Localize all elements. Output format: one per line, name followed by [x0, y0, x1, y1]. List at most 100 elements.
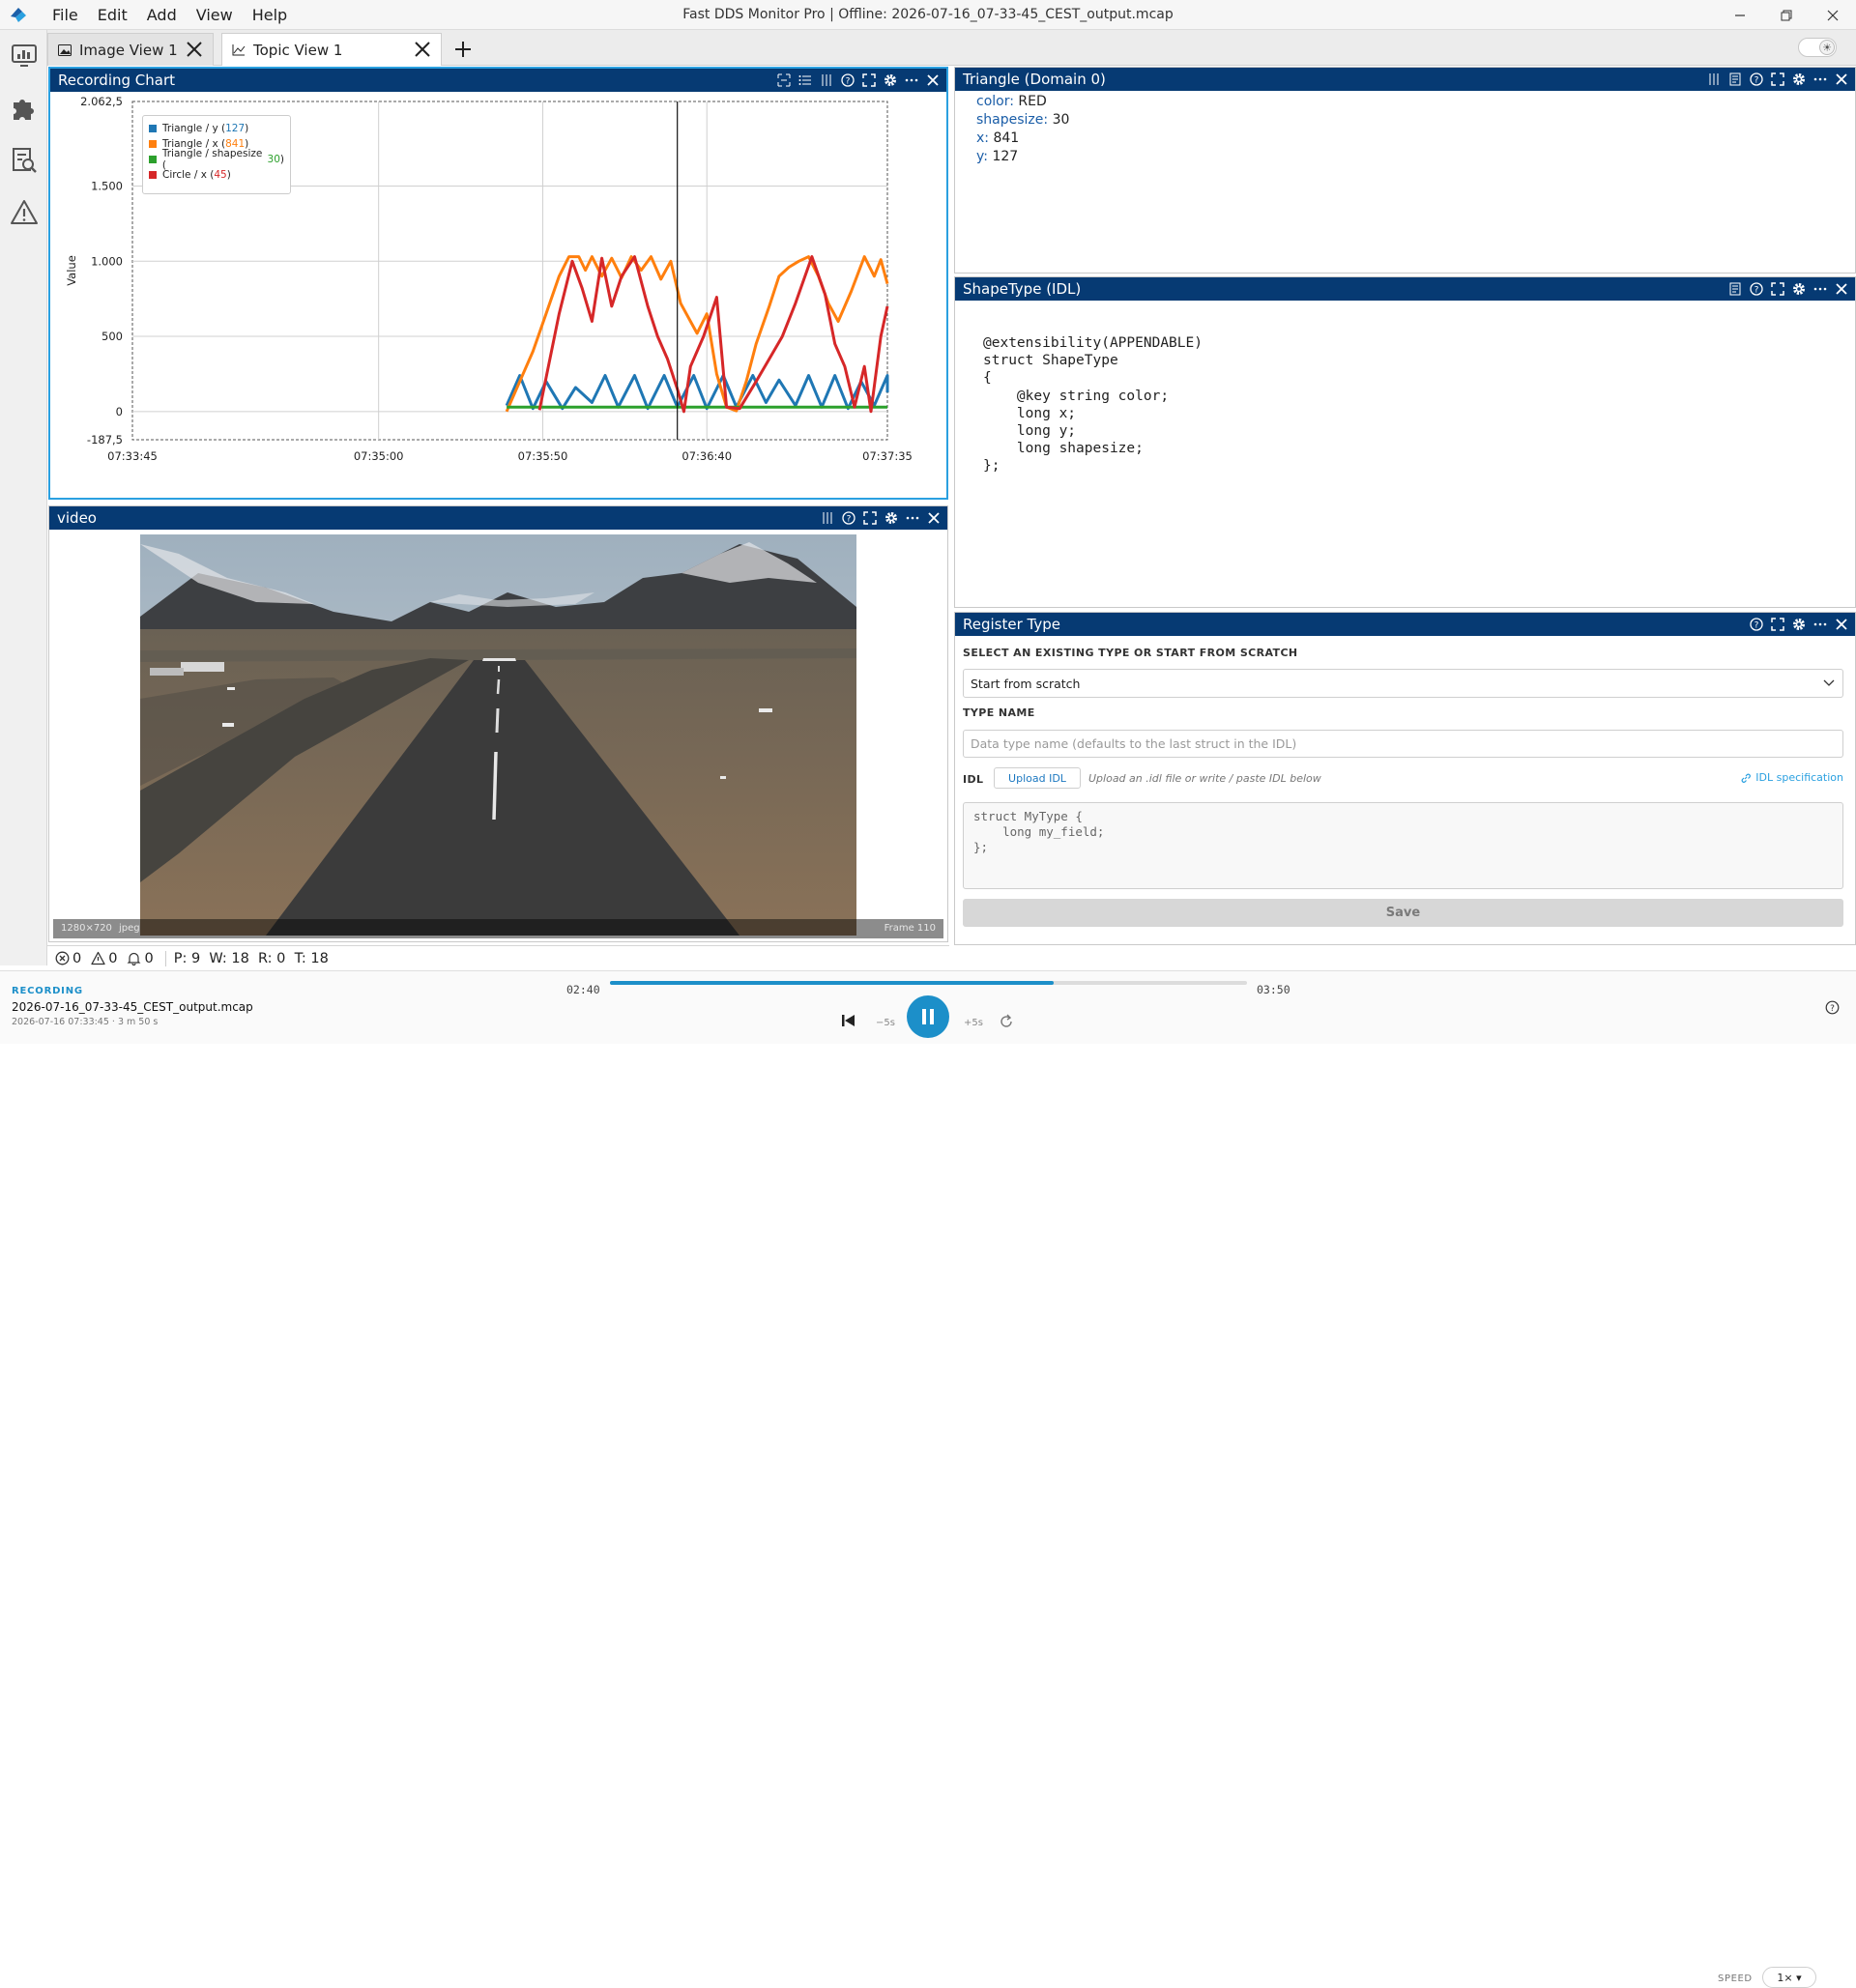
window-controls	[1717, 0, 1856, 30]
total-time: 03:50	[1257, 983, 1290, 996]
restore-button[interactable]	[1763, 0, 1810, 30]
entity-counts: P: 9 W: 18 R: 0 T: 18	[173, 950, 329, 966]
upload-idl-button[interactable]: Upload IDL	[994, 767, 1081, 789]
add-tab-button[interactable]	[447, 34, 479, 65]
menu-edit[interactable]: Edit	[88, 6, 137, 24]
skip-forward-button[interactable]: +5s	[964, 1018, 983, 1028]
errors-count[interactable]: 0	[55, 951, 81, 966]
panel-toolbar: ?	[776, 69, 941, 92]
help-button[interactable]: ?	[1749, 617, 1764, 632]
maximize-icon	[1771, 72, 1784, 86]
video-format: jpeg	[119, 923, 140, 934]
monitor-view-button[interactable]	[8, 40, 40, 72]
svg-text:?: ?	[1754, 76, 1759, 86]
close-icon	[1836, 73, 1847, 85]
more-button[interactable]	[1812, 72, 1828, 87]
close-panel-button[interactable]	[1834, 281, 1849, 297]
menu-help[interactable]: Help	[243, 6, 297, 24]
settings-button[interactable]	[883, 72, 898, 88]
app-logo	[11, 8, 26, 22]
help-icon: ?	[1750, 618, 1763, 631]
x-tick-label: 07:36:40	[682, 449, 732, 463]
field-shapesize: shapesize: 30	[955, 111, 1069, 130]
inspector-view-button[interactable]	[8, 144, 40, 176]
activity-bar	[0, 30, 47, 965]
maximize-icon	[863, 511, 877, 525]
problems-view-button[interactable]	[8, 196, 40, 228]
type-select[interactable]: Start from scratch	[963, 669, 1843, 698]
menu-file[interactable]: File	[43, 6, 88, 24]
tab-image-view-1[interactable]: Image View 1	[47, 33, 214, 66]
more-button[interactable]	[904, 72, 919, 88]
panel-header: Recording Chart ?	[50, 69, 946, 92]
legend-value: 45	[214, 169, 227, 181]
maximize-button[interactable]	[1770, 281, 1785, 297]
close-panel-button[interactable]	[926, 510, 942, 526]
panel-title: Register Type	[963, 616, 1060, 633]
tab-label: Image View 1	[79, 41, 178, 59]
panel-title: video	[57, 509, 97, 527]
loop-button[interactable]	[998, 1013, 1015, 1030]
menu-view[interactable]: View	[187, 6, 243, 24]
legend-entry[interactable]: Triangle / shapesize (30)	[149, 148, 284, 171]
panel-toolbar: ?	[1749, 613, 1849, 636]
warning-icon	[10, 199, 38, 224]
idl-textarea[interactable]: struct MyType { long my_field; };	[963, 802, 1843, 889]
skip-start-button[interactable]	[839, 1012, 856, 1029]
maximize-button[interactable]	[1770, 617, 1785, 632]
y-tick-label: 0	[116, 405, 123, 418]
maximize-button[interactable]	[862, 510, 878, 526]
x-tick-label: 07:33:45	[107, 449, 158, 463]
settings-button[interactable]	[1791, 281, 1807, 297]
help-button[interactable]: ?	[1749, 72, 1764, 87]
series-button[interactable]	[776, 72, 792, 88]
theme-toggle[interactable]: ☀	[1798, 38, 1837, 57]
svg-text:?: ?	[846, 77, 851, 87]
type-name-input[interactable]: Data type name (defaults to the last str…	[963, 730, 1843, 758]
legend-value: 30	[267, 154, 280, 165]
menu-add[interactable]: Add	[137, 6, 187, 24]
domains-view-button[interactable]	[8, 92, 40, 124]
panel-toolbar: ?	[820, 506, 942, 530]
skip-back-button[interactable]: −5s	[876, 1018, 895, 1028]
x-tick-label: 07:37:35	[862, 449, 913, 463]
type-button[interactable]	[1727, 281, 1743, 297]
close-panel-button[interactable]	[925, 72, 941, 88]
player-help-button[interactable]: ?	[1824, 999, 1840, 1015]
type-button[interactable]	[1727, 72, 1743, 87]
more-button[interactable]	[1812, 617, 1828, 632]
status-divider	[164, 950, 166, 966]
gear-icon	[1793, 283, 1805, 295]
maximize-button[interactable]	[1770, 72, 1785, 87]
list-button[interactable]	[798, 72, 813, 88]
help-button[interactable]: ?	[841, 510, 856, 526]
pause-button[interactable]	[819, 72, 834, 88]
tab-topic-view-1[interactable]: Topic View 1	[221, 33, 442, 66]
idl-spec-link[interactable]: IDL specification	[1740, 771, 1843, 784]
settings-button[interactable]	[884, 510, 899, 526]
pause-button[interactable]	[820, 510, 835, 526]
speed-select[interactable]: 1× ▾	[1762, 1967, 1816, 1988]
close-panel-button[interactable]	[1834, 617, 1849, 632]
pause-button[interactable]	[907, 995, 949, 1038]
close-tab-icon[interactable]	[186, 41, 203, 58]
maximize-button[interactable]	[861, 72, 877, 88]
help-button[interactable]: ?	[1749, 281, 1764, 297]
video-info-bar: 1280×720 jpeg Frame 110	[53, 919, 943, 938]
minimize-button[interactable]	[1717, 0, 1763, 30]
save-button[interactable]: Save	[963, 899, 1843, 927]
pause-button[interactable]	[1706, 72, 1722, 87]
more-button[interactable]	[1812, 281, 1828, 297]
close-window-button[interactable]	[1810, 0, 1856, 30]
field-key: shapesize:	[976, 112, 1049, 128]
warnings-count[interactable]: 0	[91, 951, 117, 966]
playback-progress[interactable]	[610, 981, 1247, 985]
legend-entry[interactable]: Triangle / y (127)	[149, 121, 284, 136]
close-tab-icon[interactable]	[414, 41, 431, 58]
help-button[interactable]: ?	[840, 72, 856, 88]
close-panel-button[interactable]	[1834, 72, 1849, 87]
notifications-count[interactable]: 0	[127, 951, 154, 966]
more-button[interactable]	[905, 510, 920, 526]
settings-button[interactable]	[1791, 617, 1807, 632]
settings-button[interactable]	[1791, 72, 1807, 87]
